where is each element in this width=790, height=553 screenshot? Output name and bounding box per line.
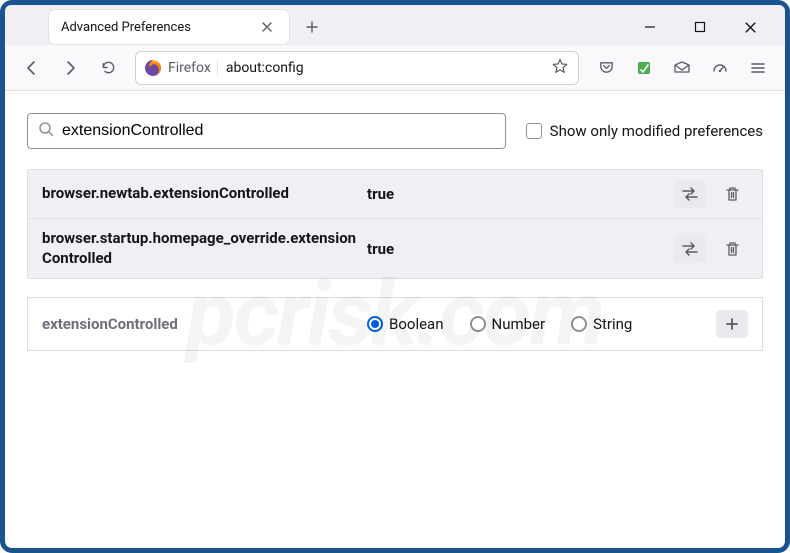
pref-name: browser.newtab.extensionControlled (42, 184, 357, 204)
pref-actions (674, 235, 748, 263)
pocket-icon[interactable] (589, 51, 623, 85)
forward-button[interactable] (53, 51, 87, 85)
about-config-content: Show only modified preferences browser.n… (5, 91, 785, 373)
minimize-button[interactable] (633, 12, 667, 42)
window-controls (633, 12, 785, 42)
bookmark-star-icon[interactable] (544, 58, 576, 78)
radio-icon (571, 316, 587, 332)
radio-label: String (593, 315, 632, 333)
pref-row[interactable]: browser.startup.homepage_override.extens… (28, 218, 762, 278)
pref-row[interactable]: browser.newtab.extensionControlled true (28, 170, 762, 218)
add-pref-button[interactable] (716, 310, 748, 338)
inbox-icon[interactable] (665, 51, 699, 85)
pref-value: true (367, 240, 664, 258)
show-modified-toggle[interactable]: Show only modified preferences (526, 122, 763, 140)
preferences-table: browser.newtab.extensionControlled true … (27, 169, 763, 279)
search-input[interactable] (62, 122, 495, 140)
new-tab-button[interactable] (297, 12, 327, 42)
delete-button[interactable] (716, 235, 748, 263)
toggle-button[interactable] (674, 180, 706, 208)
browser-window: Advanced Preferences (0, 0, 790, 553)
extension-icon[interactable] (627, 51, 661, 85)
checkbox-icon (526, 123, 542, 139)
maximize-button[interactable] (683, 12, 717, 42)
tab-title: Advanced Preferences (61, 20, 249, 35)
firefox-logo-icon (144, 59, 162, 77)
toggle-button[interactable] (674, 235, 706, 263)
delete-button[interactable] (716, 180, 748, 208)
close-window-button[interactable] (733, 12, 767, 42)
new-pref-row: extensionControlled Boolean Number Strin… (27, 297, 763, 351)
radio-label: Boolean (389, 315, 444, 333)
browser-tab[interactable]: Advanced Preferences (49, 10, 289, 44)
pref-value: true (367, 185, 664, 203)
radio-number[interactable]: Number (470, 315, 546, 333)
pref-name: browser.startup.homepage_override.extens… (42, 229, 357, 268)
close-tab-icon[interactable] (257, 17, 277, 37)
radio-string[interactable]: String (571, 315, 632, 333)
menu-button[interactable] (741, 51, 775, 85)
search-icon (38, 121, 54, 141)
tab-bar: Advanced Preferences (5, 5, 785, 45)
pref-actions (674, 180, 748, 208)
url-identity-label: Firefox (168, 60, 218, 76)
nav-toolbar: Firefox about:config (5, 45, 785, 91)
search-box[interactable] (27, 113, 506, 149)
show-modified-label: Show only modified preferences (550, 122, 763, 140)
url-text: about:config (226, 60, 538, 76)
radio-icon (470, 316, 486, 332)
reload-button[interactable] (91, 51, 125, 85)
radio-boolean[interactable]: Boolean (367, 315, 444, 333)
new-pref-name: extensionControlled (42, 315, 357, 333)
back-button[interactable] (15, 51, 49, 85)
radio-label: Number (492, 315, 546, 333)
search-row: Show only modified preferences (27, 113, 763, 149)
type-radio-group: Boolean Number String (367, 315, 706, 333)
radio-icon (367, 316, 383, 332)
url-bar[interactable]: Firefox about:config (135, 51, 579, 85)
dashboard-icon[interactable] (703, 51, 737, 85)
